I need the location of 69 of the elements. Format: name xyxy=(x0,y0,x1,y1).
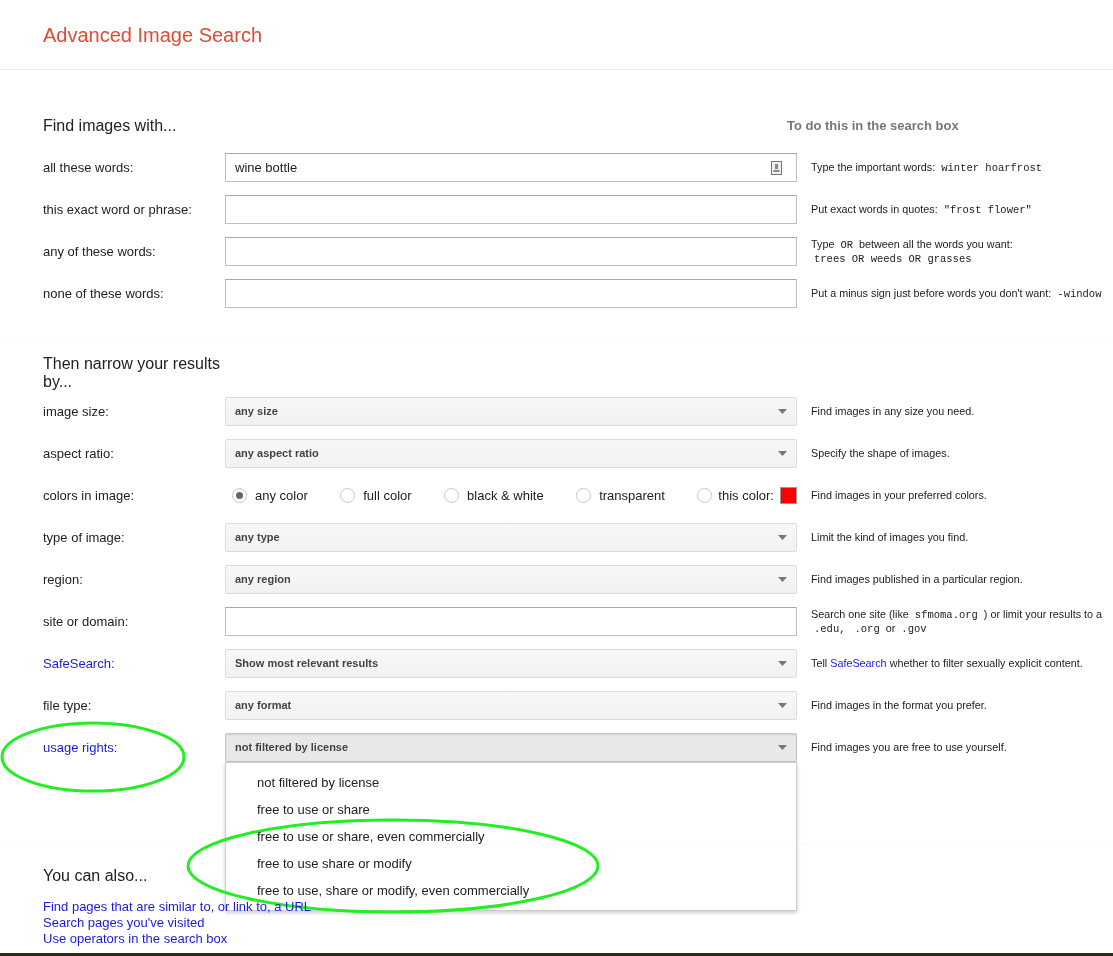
caret-icon xyxy=(778,745,787,750)
radio-button[interactable] xyxy=(576,488,592,503)
text-field[interactable]: wine bottle xyxy=(225,153,797,182)
hint-heading: To do this in the search box xyxy=(787,117,960,135)
caret-icon xyxy=(778,535,787,540)
hint-text: Search one site (like sfmoma.org ) or limit your results to a .edu, .org or .gov xyxy=(811,607,1104,636)
menu-option[interactable]: not filtered by license xyxy=(226,769,796,796)
menu-option[interactable]: free to use or share, even commercially xyxy=(226,823,796,850)
dropdown[interactable]: any region xyxy=(225,565,797,594)
field-label: file type: xyxy=(43,696,92,715)
radio-label: this color: xyxy=(718,486,774,505)
text-field[interactable] xyxy=(225,607,797,636)
dropdown[interactable]: not filtered by license xyxy=(225,733,797,762)
radio-label: any color xyxy=(255,486,308,505)
hint-text: Put a minus sign just before words you don't want: -window xyxy=(811,286,1103,301)
field-label-link[interactable]: usage rights: xyxy=(43,737,118,758)
hint-text: Find images in the format you prefer. xyxy=(811,699,988,712)
hint-text: Limit the kind of images you find. xyxy=(811,531,970,544)
page-title: Advanced Image Search xyxy=(43,22,263,47)
caret-icon xyxy=(778,661,787,666)
dropdown[interactable]: any size xyxy=(225,397,797,426)
field-label: this exact word or phrase: xyxy=(43,200,193,219)
radio-button[interactable] xyxy=(444,488,460,503)
caret-icon xyxy=(778,703,787,708)
section-heading: You can also... xyxy=(43,866,148,885)
caret-icon xyxy=(778,577,787,582)
hint-text: Find images in your preferred colors. xyxy=(811,489,988,502)
hint-text: Find images published in a particular region. xyxy=(811,573,1024,586)
caret-icon xyxy=(778,409,787,414)
field-label: site or domain: xyxy=(43,612,129,631)
safesearch-link[interactable]: SafeSearch xyxy=(830,657,887,669)
dropdown[interactable]: any aspect ratio xyxy=(225,439,797,468)
hint-text: Put exact words in quotes: "frost flower" xyxy=(811,202,1033,217)
radio-button[interactable] xyxy=(232,488,247,503)
section-heading: Find images with... xyxy=(43,116,177,135)
radio-label: full color xyxy=(363,486,412,505)
radio-label: transparent xyxy=(599,486,665,505)
dropdown[interactable]: Show most relevant results xyxy=(225,649,797,678)
field-label: none of these words: xyxy=(43,284,165,303)
field-label: all these words: xyxy=(43,158,135,177)
caret-icon xyxy=(778,451,787,456)
dropdown[interactable]: any type xyxy=(225,523,797,552)
hint-text: Type the important words: winter hoarfrost xyxy=(811,160,1044,175)
text-link[interactable]: Use operators in the search box xyxy=(43,930,228,947)
text-field[interactable] xyxy=(225,195,797,224)
color-swatch[interactable] xyxy=(780,487,797,504)
radio-button[interactable] xyxy=(340,488,356,503)
section-heading: Then narrow your results by... xyxy=(43,354,221,391)
field-label: type of image: xyxy=(43,528,125,547)
hint-text: Find images you are free to use yourself. xyxy=(811,741,1008,754)
field-label-link[interactable]: SafeSearch: xyxy=(43,653,115,674)
hint-text: Find images in any size you need. xyxy=(811,405,976,418)
hint-text: Specify the shape of images. xyxy=(811,447,951,460)
field-label: image size: xyxy=(43,402,109,421)
radio-label: black & white xyxy=(467,486,544,505)
text-field[interactable] xyxy=(225,237,797,266)
dropdown[interactable]: any format xyxy=(225,691,797,720)
field-label: aspect ratio: xyxy=(43,444,114,463)
field-label: region: xyxy=(43,570,83,589)
keyboard-icon[interactable] xyxy=(771,161,782,175)
hint-text: Tell SafeSearch whether to filter sexually explicit content. xyxy=(811,657,1084,670)
radio-button[interactable] xyxy=(697,488,713,503)
field-label: colors in image: xyxy=(43,486,135,505)
field-label: any of these words: xyxy=(43,242,157,261)
text-field[interactable] xyxy=(225,279,797,308)
hint-text: Type OR between all the words you want: trees OR weeds OR grasses xyxy=(811,237,1014,266)
menu-option[interactable]: free to use or share xyxy=(226,796,796,823)
text-link[interactable]: Search pages you've visited xyxy=(43,914,205,931)
menu-option[interactable]: free to use share or modify xyxy=(226,850,796,877)
